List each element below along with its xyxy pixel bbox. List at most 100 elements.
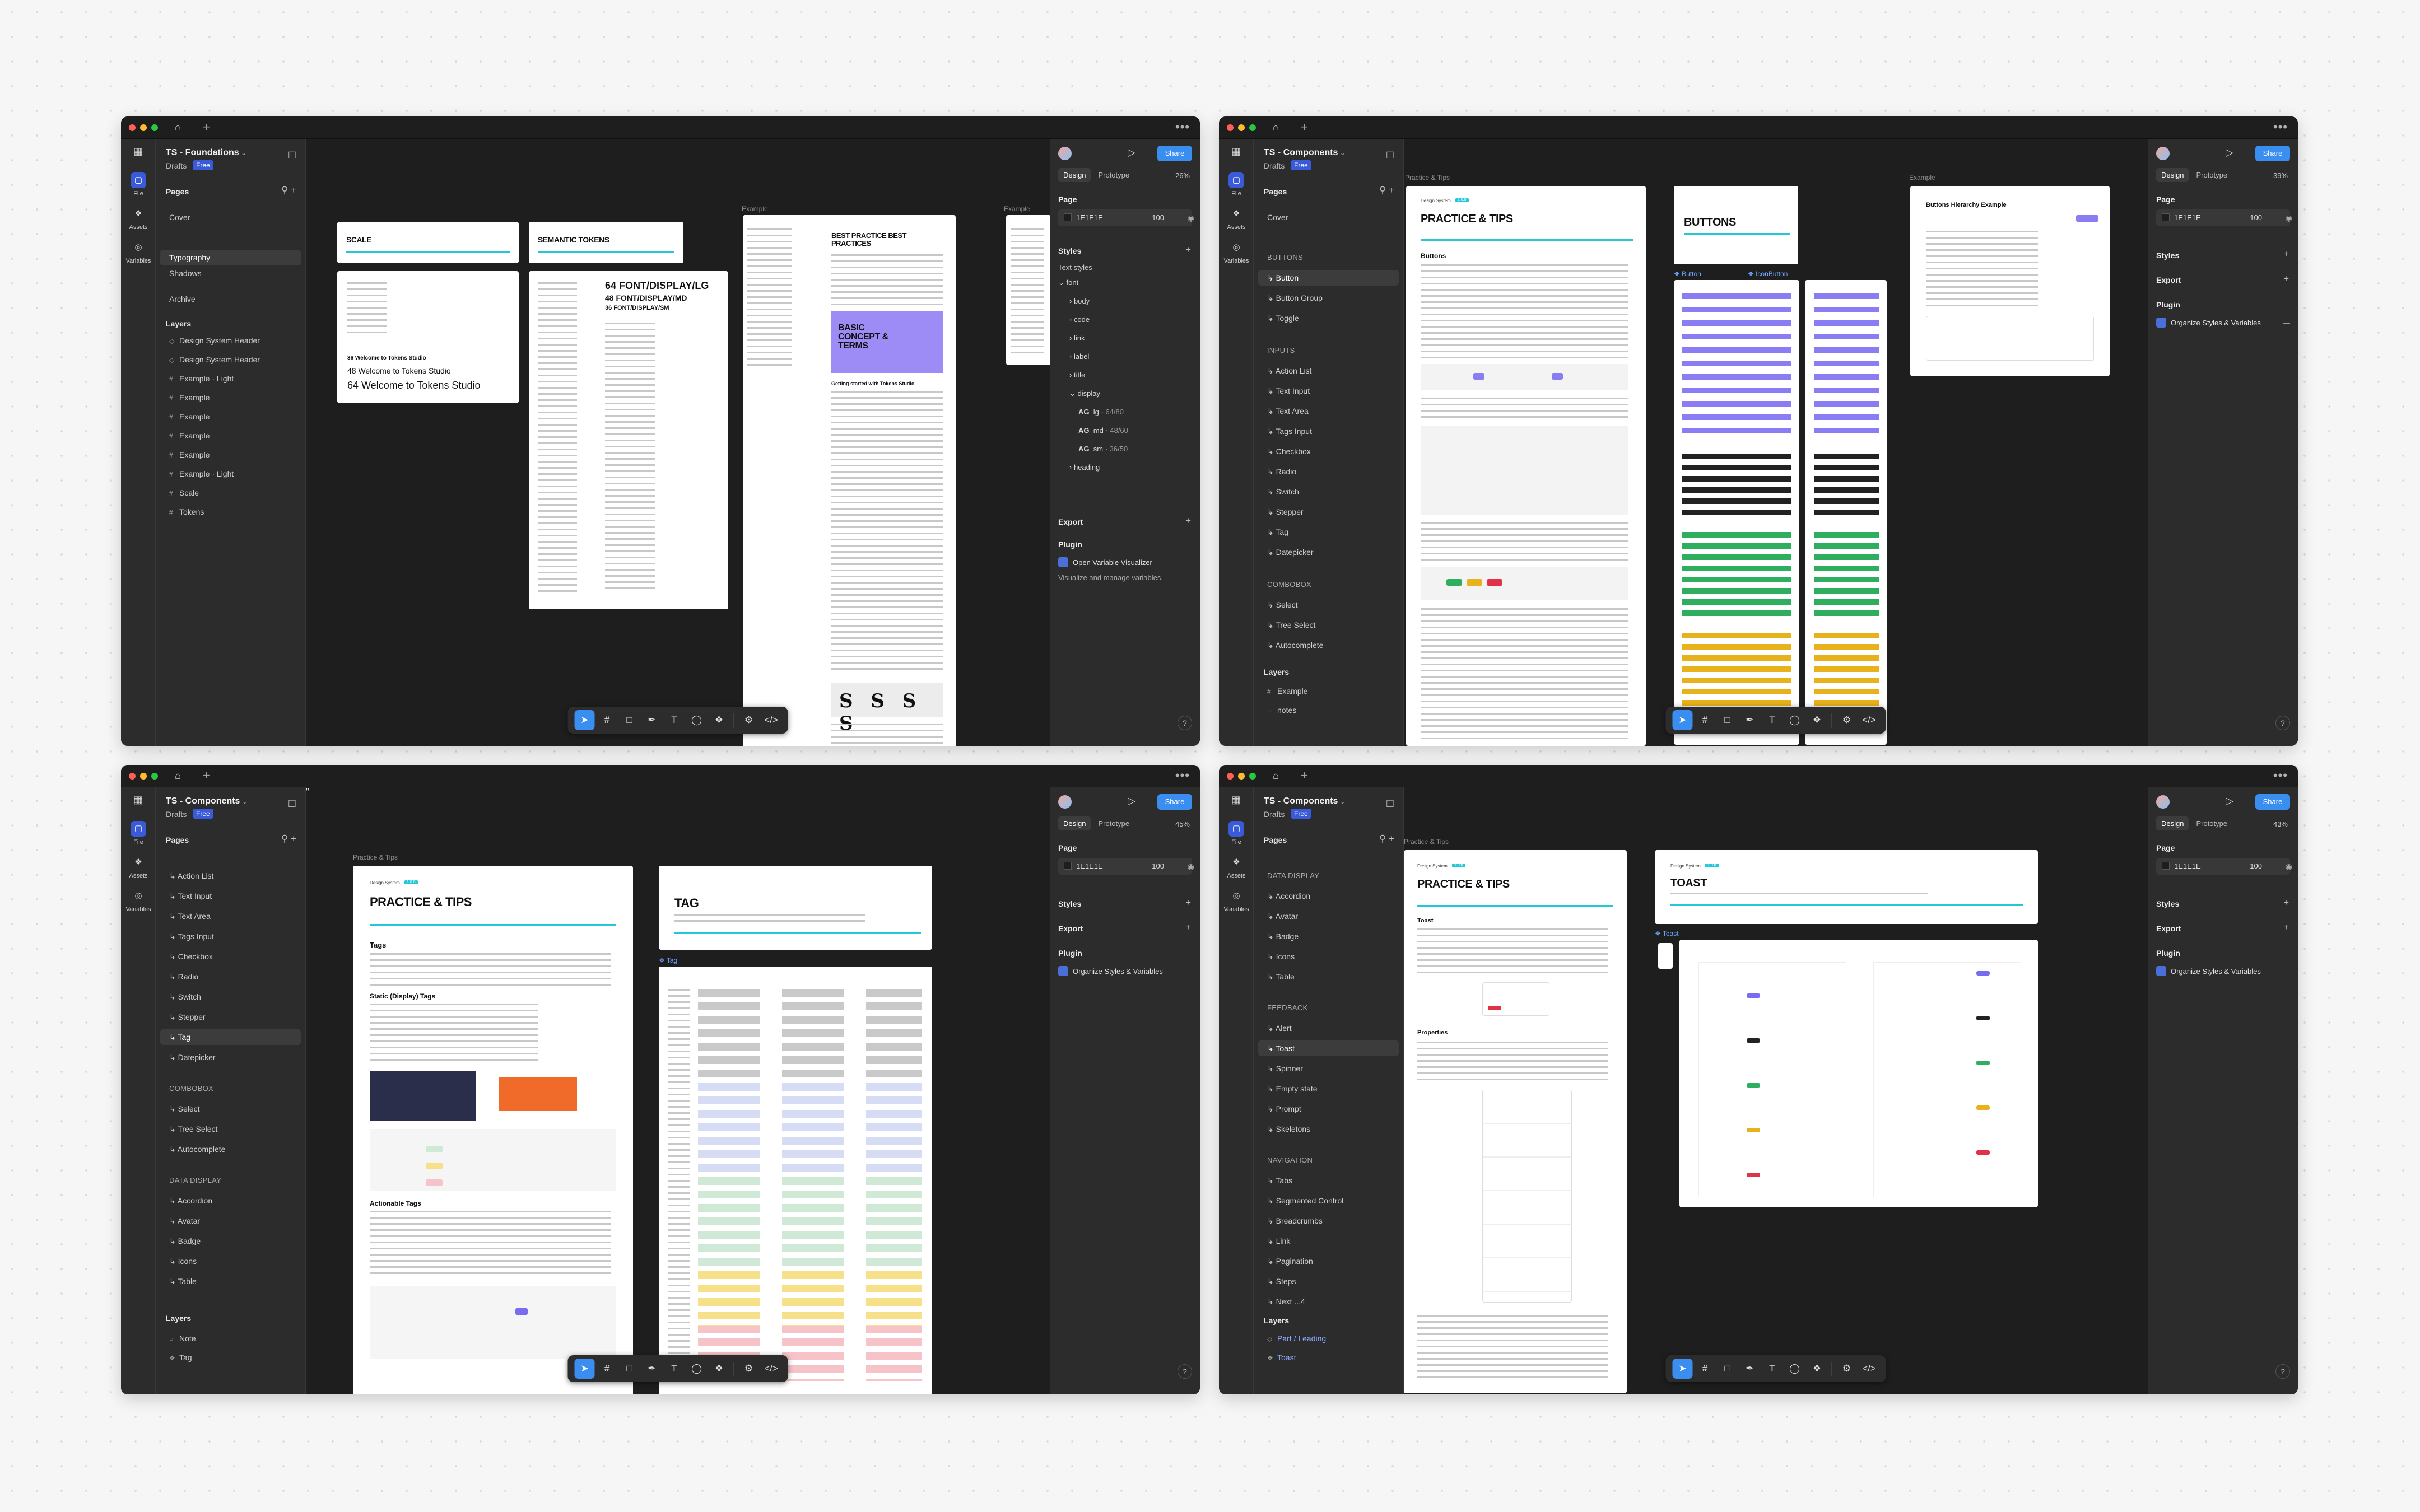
frame-tool-icon[interactable]: #	[597, 1359, 617, 1379]
style-group[interactable]: › heading	[1058, 458, 1192, 477]
page-item[interactable]: ↳ Icons	[160, 1253, 301, 1269]
canvas[interactable]: " Practice & Tips Design System 1.0.0 PR…	[306, 787, 1050, 1394]
share-button[interactable]: Share	[1157, 794, 1192, 810]
page-item[interactable]: ↳ Table	[1258, 969, 1399, 984]
plugin-item[interactable]: Organize Styles & Variables —	[1058, 964, 1192, 979]
frame-label[interactable]: Example	[1909, 174, 1935, 181]
scale-header-frame[interactable]: SCALE	[337, 222, 519, 263]
move-tool-icon[interactable]: ➤	[574, 710, 595, 730]
drafts-link[interactable]: Drafts	[1264, 161, 1285, 170]
code-icon[interactable]: </>	[1859, 710, 1879, 730]
main-menu-icon[interactable]: ▦	[133, 146, 143, 157]
style-group[interactable]: › code	[1058, 310, 1192, 329]
move-tool-icon[interactable]: ➤	[1672, 710, 1693, 730]
close-window-button[interactable]	[1227, 773, 1234, 780]
page-item[interactable]: ↳ Button	[1258, 270, 1399, 286]
page-color-field[interactable]: 1E1E1E 100 ◉	[2156, 209, 2292, 226]
add-export-icon[interactable]: +	[1185, 515, 1191, 526]
page-item[interactable]: ↳ Datepicker	[160, 1049, 301, 1065]
page-item[interactable]: ↳ Stepper	[1258, 504, 1399, 520]
semantic-tokens-frame[interactable]: 64 FONT/DISPLAY/LG 48 FONT/DISPLAY/MD 36…	[529, 271, 728, 609]
layer-item[interactable]: # Tokens	[160, 504, 301, 520]
rectangle-tool-icon[interactable]: □	[1718, 710, 1738, 730]
home-icon[interactable]: ⌂	[175, 122, 181, 133]
code-icon[interactable]: </>	[1859, 1359, 1879, 1379]
add-style-icon[interactable]: +	[2283, 249, 2289, 260]
page-item[interactable]: ↳ Tree Select	[1258, 617, 1399, 633]
present-play-icon[interactable]: ▷	[1128, 147, 1135, 158]
rail-assets[interactable]: ❖ Assets	[125, 855, 151, 879]
rail-variables[interactable]: ◎ Variables	[1223, 240, 1249, 264]
tab-design[interactable]: Design	[2156, 816, 2189, 830]
plugin-item[interactable]: Open Variable Visualizer —	[1058, 556, 1192, 570]
partial-example-frame[interactable]	[1006, 215, 1050, 365]
page-item[interactable]: ↳ Icons	[1258, 949, 1399, 964]
code-icon[interactable]: </>	[761, 1359, 781, 1379]
file-title[interactable]: TS - Components	[1264, 796, 1346, 806]
tab-prototype[interactable]: Prototype	[1093, 168, 1134, 182]
page-item[interactable]: ↳ Tag	[160, 1029, 301, 1045]
page-item[interactable]: ↳ Empty state	[1258, 1081, 1399, 1096]
add-style-icon[interactable]: +	[1185, 244, 1191, 255]
page-item[interactable]: ↳ Text Area	[160, 908, 301, 924]
text-style-item[interactable]: AG md · 48/60	[1058, 421, 1192, 440]
page-item[interactable]: ↳ Toast	[1258, 1040, 1399, 1056]
style-group[interactable]: › title	[1058, 366, 1192, 384]
pen-tool-icon[interactable]: ✒	[642, 1359, 662, 1379]
page-item[interactable]: Cover	[1258, 209, 1399, 225]
page-item[interactable]: ↳ Avatar	[160, 1213, 301, 1229]
layer-item[interactable]: # Example · Light	[160, 466, 301, 482]
page-item[interactable]: ↳ Segmented Control	[1258, 1193, 1399, 1208]
practice-tips-frame[interactable]: Design System 1.0.0 PRACTICE & TIPS Tags…	[353, 866, 633, 1394]
page-item[interactable]: ↳ Tag	[1258, 524, 1399, 540]
frame-tool-icon[interactable]: #	[1695, 1359, 1715, 1379]
page-item[interactable]: Typography	[160, 250, 301, 265]
page-group[interactable]: BUTTONS	[1258, 250, 1399, 265]
canvas[interactable]: Practice & Tips Example Design System 1.…	[1404, 139, 2148, 746]
page-item[interactable]: ↳ Table	[160, 1273, 301, 1289]
page-item[interactable]: ↳ Tabs	[1258, 1173, 1399, 1188]
text-style-item[interactable]: AG lg · 64/80	[1058, 403, 1192, 421]
main-menu-icon[interactable]: ▦	[1231, 794, 1241, 806]
page-item[interactable]: ↳ Action List	[160, 868, 301, 884]
eye-icon[interactable]: ◉	[1188, 209, 1194, 226]
page-item[interactable]: ↳ Skeletons	[1258, 1121, 1399, 1137]
home-icon[interactable]: ⌂	[175, 770, 181, 782]
new-tab-plus-icon[interactable]: +	[1301, 120, 1308, 134]
tab-design[interactable]: Design	[1058, 168, 1091, 182]
tab-prototype[interactable]: Prototype	[2191, 816, 2232, 830]
layer-item[interactable]: # Example	[160, 428, 301, 444]
page-item[interactable]: ↳ Tags Input	[160, 928, 301, 944]
layer-item[interactable]: ◇ Design System Header	[160, 352, 301, 367]
plugin-item[interactable]: Organize Styles & Variables —	[2156, 316, 2290, 330]
drafts-link[interactable]: Drafts	[1264, 810, 1285, 819]
rail-file[interactable]: ▢ File	[125, 821, 151, 846]
page-item[interactable]: ↳ Button Group	[1258, 290, 1399, 306]
drafts-link[interactable]: Drafts	[166, 810, 187, 819]
page-item[interactable]: ↳ Select	[1258, 597, 1399, 613]
zoom-level[interactable]: 43%	[2273, 820, 2288, 828]
page-item[interactable]: ↳ Text Input	[160, 888, 301, 904]
frame-tool-icon[interactable]: #	[1695, 710, 1715, 730]
share-button[interactable]: Share	[2255, 794, 2290, 810]
rail-file[interactable]: ▢ File	[125, 172, 151, 197]
text-tool-icon[interactable]: T	[1762, 710, 1783, 730]
iconbutton-variants-frame[interactable]	[1805, 280, 1887, 745]
collapse-icon[interactable]: —	[1185, 556, 1192, 570]
page-item[interactable]: ↳ Tree Select	[160, 1121, 301, 1137]
text-style-item[interactable]: AG sm · 36/50	[1058, 440, 1192, 458]
dev-mode-icon[interactable]: ⚙	[739, 1359, 759, 1379]
user-avatar[interactable]	[1058, 795, 1072, 809]
collapse-icon[interactable]: —	[2283, 964, 2290, 979]
dev-mode-icon[interactable]: ⚙	[1837, 710, 1857, 730]
page-item[interactable]: ↳ Action List	[1258, 363, 1399, 379]
layer-item[interactable]: ◇ Part / Leading	[1258, 1331, 1399, 1346]
page-item[interactable]: ↳ Breadcrumbs	[1258, 1213, 1399, 1229]
actions-tool-icon[interactable]: ❖	[1807, 710, 1827, 730]
rail-file[interactable]: ▢ File	[1223, 172, 1249, 197]
page-item[interactable]: Cover	[160, 209, 301, 225]
minimize-window-button[interactable]	[140, 773, 147, 780]
rail-assets[interactable]: ❖ Assets	[125, 206, 151, 231]
sidebar-toggle-icon[interactable]: ◫	[1386, 797, 1394, 809]
page-item[interactable]: ↳ Spinner	[1258, 1061, 1399, 1076]
